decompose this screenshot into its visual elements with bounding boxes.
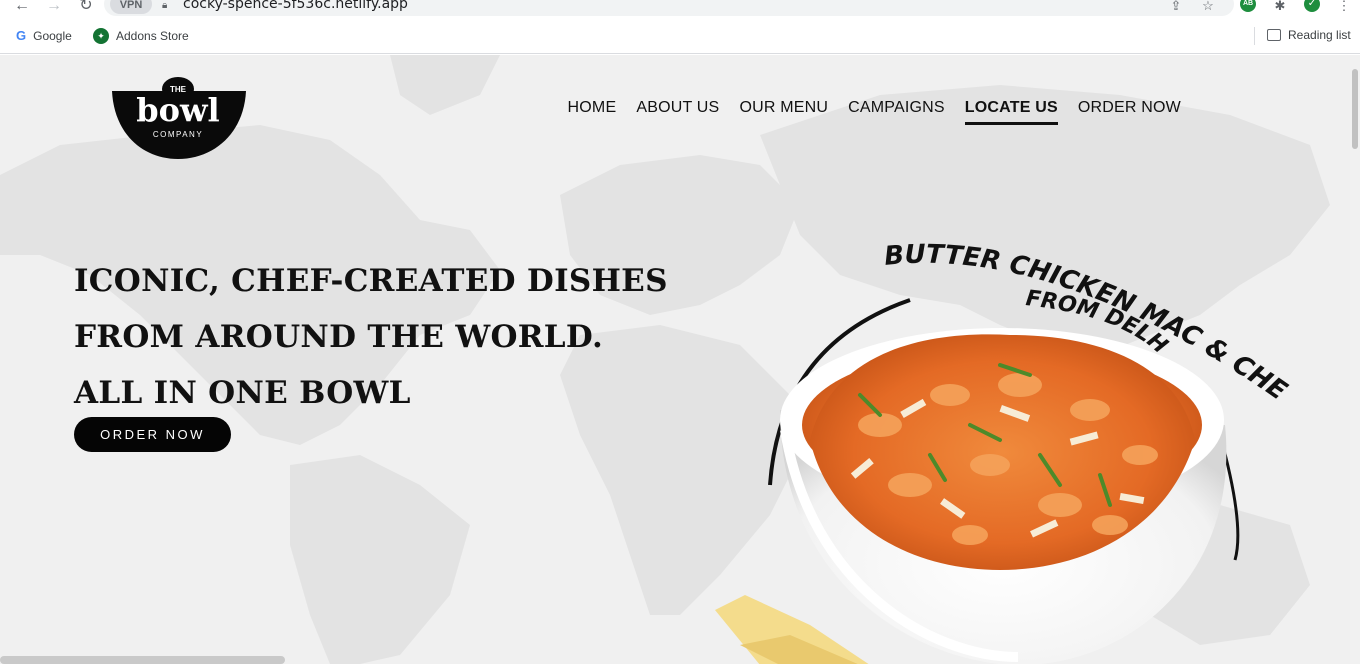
page-viewport: THE bowl COMPANY HOME ABOUT US OUR MENU … xyxy=(0,55,1350,664)
logo-text-bowl: bowl xyxy=(136,91,219,129)
nav-our-menu[interactable]: OUR MENU xyxy=(739,99,828,125)
hero-headline: ICONIC, CHEF-CREATED DISHES FROM AROUND … xyxy=(74,253,668,421)
profile-extension-icon[interactable]: AB xyxy=(1240,0,1256,12)
scrollbar-thumb[interactable] xyxy=(1352,69,1358,149)
vertical-scrollbar[interactable] xyxy=(1350,55,1360,664)
reading-list-label: Reading list xyxy=(1288,28,1351,42)
bookmark-label: Google xyxy=(33,28,72,43)
addons-store-icon: ✦ xyxy=(93,28,109,44)
nav-locate-us[interactable]: LOCATE US xyxy=(964,99,1058,125)
nav-home[interactable]: HOME xyxy=(568,99,617,125)
vpn-badge[interactable]: VPN xyxy=(110,0,152,14)
bookmark-addons-store[interactable]: ✦ Addons Store xyxy=(93,28,189,44)
main-navigation: HOME ABOUT US OUR MENU CAMPAIGNS LOCATE … xyxy=(568,99,1181,125)
security-extension-icon[interactable]: ✓ xyxy=(1304,0,1320,12)
hero-line-2: FROM AROUND THE WORLD. xyxy=(74,319,604,355)
horizontal-scrollbar[interactable] xyxy=(0,656,285,664)
nav-campaigns[interactable]: CAMPAIGNS xyxy=(848,99,945,125)
google-icon: G xyxy=(16,28,27,43)
hero-order-now-button[interactable]: ORDER NOW xyxy=(74,417,231,452)
bookmark-label: Addons Store xyxy=(116,29,189,43)
reading-list-icon xyxy=(1267,29,1281,41)
bookmark-separator xyxy=(1254,27,1255,45)
reload-icon[interactable]: ↻ xyxy=(76,0,96,14)
back-arrow-icon[interactable]: ← xyxy=(12,0,32,14)
url-text[interactable]: cocky-spence-5f536c.netlify.app xyxy=(183,0,408,12)
browser-toolbar: ← → ↻ VPN 🔒︎ cocky-spence-5f536c.netlify… xyxy=(0,0,1360,18)
bookmark-google[interactable]: G Google xyxy=(16,28,72,43)
forward-arrow-icon[interactable]: → xyxy=(44,0,64,14)
nav-order-now[interactable]: ORDER NOW xyxy=(1078,99,1181,125)
share-icon[interactable]: ⇪ xyxy=(1168,0,1184,13)
butter-chicken-mac-bowl-image: BUTTER CHICKEN MAC & CHEESE FROM DELHI xyxy=(700,225,1292,664)
bookmark-star-icon[interactable]: ☆ xyxy=(1200,0,1216,13)
menu-kebab-icon[interactable]: ⋮ xyxy=(1336,0,1352,13)
bookmarks-bar: G Google ✦ Addons Store Reading list xyxy=(0,18,1360,54)
lock-icon[interactable]: 🔒︎ xyxy=(162,0,167,11)
hero-line-3: ALL IN ONE BOWL xyxy=(74,375,411,411)
bowl-company-logo[interactable]: THE bowl COMPANY xyxy=(110,75,248,159)
nav-about-us[interactable]: ABOUT US xyxy=(636,99,719,125)
reading-list-button[interactable]: Reading list xyxy=(1267,28,1351,42)
extensions-puzzle-icon[interactable]: ✱ xyxy=(1272,0,1288,13)
hero-line-1: ICONIC, CHEF-CREATED DISHES xyxy=(74,263,668,299)
logo-text-company: COMPANY xyxy=(153,130,203,139)
